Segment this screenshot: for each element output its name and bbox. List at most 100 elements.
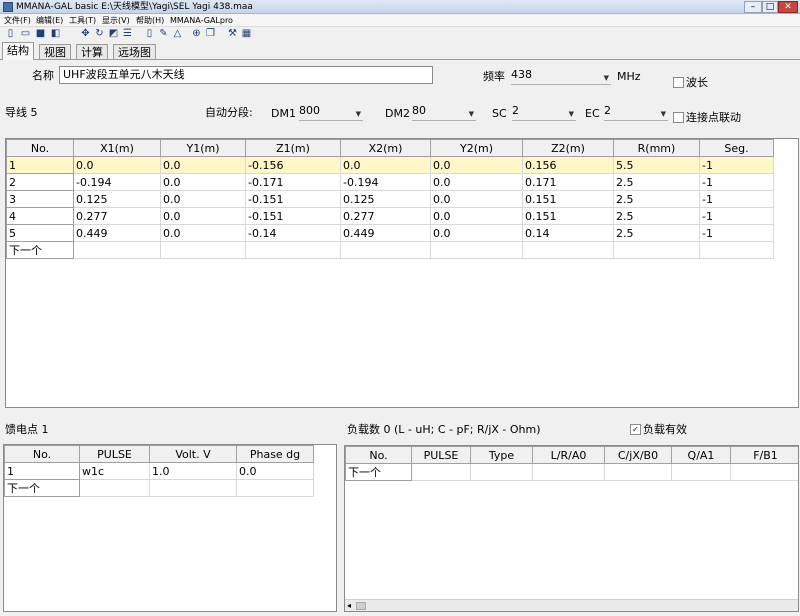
table-row[interactable]: 3 0.125 0.0 -0.151 0.125 0.0 0.151 2.5 -…	[6, 190, 774, 208]
minimize-button[interactable]: –	[744, 1, 762, 13]
row-number[interactable]: 2	[6, 173, 74, 191]
cell-radius[interactable]: 2.5	[613, 190, 700, 208]
empty-cell[interactable]	[411, 463, 471, 481]
cell-volt[interactable]: 1.0	[149, 462, 237, 480]
cell-seg[interactable]: -1	[699, 173, 774, 191]
close-button[interactable]: ✕	[778, 1, 798, 13]
settings-sliders-icon[interactable]: ☰	[122, 28, 133, 40]
table-row[interactable]: 4 0.277 0.0 -0.151 0.277 0.0 0.151 2.5 -…	[6, 207, 774, 225]
name-input[interactable]: UHF波段五单元八木天线	[59, 66, 433, 84]
row-number[interactable]: 1	[4, 462, 80, 480]
col-header-y1[interactable]: Y1(m)	[160, 139, 246, 157]
col-header-volt[interactable]: Volt. V	[149, 445, 237, 463]
empty-cell[interactable]	[236, 479, 314, 497]
cell-x1[interactable]: 0.0	[73, 156, 161, 174]
cell-x1[interactable]: 0.449	[73, 224, 161, 242]
cell-x1[interactable]: -0.194	[73, 173, 161, 191]
col-header-phase[interactable]: Phase dg	[236, 445, 314, 463]
cell-y1[interactable]: 0.0	[160, 207, 246, 225]
cell-seg[interactable]: -1	[699, 190, 774, 208]
cell-radius[interactable]: 2.5	[613, 224, 700, 242]
loads-grid[interactable]: No. PULSE Type L/R/A0 C/jX/B0 Q/A1 F/B1 …	[344, 445, 799, 612]
empty-cell[interactable]	[671, 463, 731, 481]
loads-enabled-checkbox[interactable]: ✓	[630, 424, 641, 435]
wavelength-checkbox[interactable]	[673, 77, 684, 88]
target-icon[interactable]: ⊕	[191, 28, 202, 40]
cell-y1[interactable]: 0.0	[160, 190, 246, 208]
col-header-z2[interactable]: Z2(m)	[522, 139, 614, 157]
col-header-y2[interactable]: Y2(m)	[430, 139, 523, 157]
tools-icon[interactable]: ⚒	[227, 28, 238, 40]
cell-y1[interactable]: 0.0	[160, 156, 246, 174]
col-header-x2[interactable]: X2(m)	[340, 139, 431, 157]
cell-seg[interactable]: -1	[699, 156, 774, 174]
cell-z2[interactable]: 0.151	[522, 207, 614, 225]
scroll-thumb[interactable]	[356, 602, 366, 610]
cell-x2[interactable]: -0.194	[340, 173, 431, 191]
cell-z1[interactable]: -0.151	[245, 207, 341, 225]
empty-cell[interactable]	[470, 463, 533, 481]
col-header-type[interactable]: Type	[470, 446, 533, 464]
cell-x2[interactable]: 0.0	[340, 156, 431, 174]
cell-z1[interactable]: -0.14	[245, 224, 341, 242]
dm2-combo[interactable]: 80 ▼	[412, 103, 476, 121]
menu-mmana-galpro[interactable]: MMANA-GALpro	[170, 14, 233, 27]
page-icon[interactable]: ▯	[144, 28, 155, 40]
cell-y1[interactable]: 0.0	[160, 173, 246, 191]
tab-calculate[interactable]: 计算	[76, 44, 108, 60]
new-file-icon[interactable]: ▯	[5, 28, 16, 40]
menu-help[interactable]: 帮助(H)	[136, 14, 164, 27]
cell-x2[interactable]: 0.277	[340, 207, 431, 225]
table-row-next[interactable]: 下一个	[4, 479, 314, 497]
cell-z2[interactable]: 0.171	[522, 173, 614, 191]
horizontal-scrollbar[interactable]: ◂	[345, 599, 798, 611]
table-row-next[interactable]: 下一个	[6, 241, 774, 259]
empty-cell[interactable]	[245, 241, 341, 259]
cell-x1[interactable]: 0.277	[73, 207, 161, 225]
cell-x1[interactable]: 0.125	[73, 190, 161, 208]
menu-tools[interactable]: 工具(T)	[69, 14, 96, 27]
sc-combo[interactable]: 2 ▼	[512, 103, 576, 121]
cell-y2[interactable]: 0.0	[430, 190, 523, 208]
save-icon[interactable]: ■	[35, 28, 46, 40]
cell-y2[interactable]: 0.0	[430, 207, 523, 225]
row-number[interactable]: 5	[6, 224, 74, 242]
next-row-label[interactable]: 下一个	[345, 463, 412, 481]
row-number[interactable]: 1	[6, 156, 74, 174]
cell-z2[interactable]: 0.156	[522, 156, 614, 174]
cell-y1[interactable]: 0.0	[160, 224, 246, 242]
wires-grid[interactable]: No. X1(m) Y1(m) Z1(m) X2(m) Y2(m) Z2(m) …	[5, 138, 799, 408]
empty-cell[interactable]	[699, 241, 774, 259]
scroll-left-icon[interactable]: ◂	[347, 600, 351, 611]
cell-z1[interactable]: -0.156	[245, 156, 341, 174]
row-number[interactable]: 4	[6, 207, 74, 225]
cell-phase[interactable]: 0.0	[236, 462, 314, 480]
col-header-no[interactable]: No.	[345, 446, 412, 464]
cell-seg[interactable]: -1	[699, 207, 774, 225]
empty-cell[interactable]	[79, 479, 150, 497]
col-header-z1[interactable]: Z1(m)	[245, 139, 341, 157]
empty-cell[interactable]	[604, 463, 672, 481]
cell-y2[interactable]: 0.0	[430, 224, 523, 242]
cell-radius[interactable]: 2.5	[613, 207, 700, 225]
table-row-next[interactable]: 下一个	[345, 463, 798, 481]
col-header-f-b1[interactable]: F/B1	[730, 446, 798, 464]
copy-icon[interactable]: ❐	[205, 28, 216, 40]
cell-z2[interactable]: 0.151	[522, 190, 614, 208]
table-row[interactable]: 5 0.449 0.0 -0.14 0.449 0.0 0.14 2.5 -1	[6, 224, 774, 242]
empty-cell[interactable]	[730, 463, 798, 481]
menu-view[interactable]: 显示(V)	[102, 14, 130, 27]
cell-y2[interactable]: 0.0	[430, 156, 523, 174]
ec-combo[interactable]: 2 ▼	[604, 103, 668, 121]
empty-cell[interactable]	[149, 479, 237, 497]
table-row[interactable]: 2 -0.194 0.0 -0.171 -0.194 0.0 0.171 2.5…	[6, 173, 774, 191]
empty-cell[interactable]	[73, 241, 161, 259]
cell-radius[interactable]: 5.5	[613, 156, 700, 174]
maximize-button[interactable]: □	[762, 1, 778, 13]
cell-x2[interactable]: 0.449	[340, 224, 431, 242]
table-row[interactable]: 1 0.0 0.0 -0.156 0.0 0.0 0.156 5.5 -1	[6, 156, 774, 174]
empty-cell[interactable]	[522, 241, 614, 259]
col-header-pulse[interactable]: PULSE	[411, 446, 471, 464]
cell-pulse[interactable]: w1c	[79, 462, 150, 480]
edit-icon[interactable]: ✎	[158, 28, 169, 40]
